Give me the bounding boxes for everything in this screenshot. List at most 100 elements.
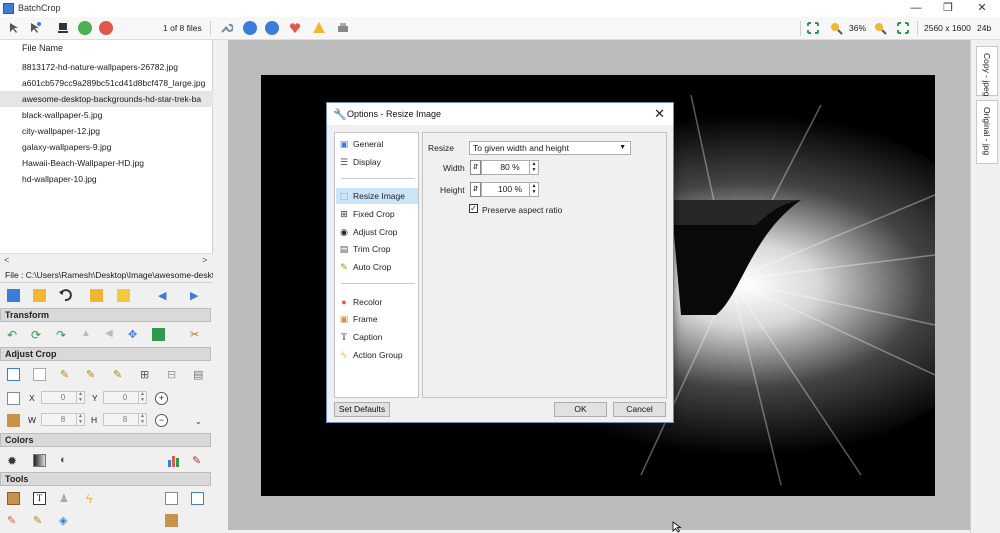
nav-caption[interactable]: T Caption xyxy=(336,329,418,345)
print-icon[interactable] xyxy=(336,21,350,35)
spin-arrows-icon[interactable]: ▲ ▼ xyxy=(76,413,84,425)
resize-mode-select[interactable]: To given width and height ▼ xyxy=(469,141,631,155)
x-spinbox[interactable]: 0 ▲ ▼ xyxy=(41,391,85,404)
previous-file-icon[interactable]: ◀ xyxy=(158,289,171,302)
brightness-icon[interactable]: ✹ xyxy=(7,454,20,468)
chain-link-icon[interactable]: ⇵ xyxy=(470,182,481,197)
lightning-icon[interactable]: ϟ xyxy=(86,492,99,506)
cancel-button[interactable]: Cancel xyxy=(613,402,666,417)
remove-files-icon[interactable] xyxy=(99,21,113,35)
spin-arrows-icon[interactable]: ▲ ▼ xyxy=(138,391,146,403)
warning-icon[interactable] xyxy=(312,21,326,35)
text-icon[interactable]: T xyxy=(33,492,46,505)
expand-chevron-icon[interactable]: ⌄ xyxy=(195,417,208,430)
subtract-circle-icon[interactable]: − xyxy=(155,414,168,427)
eraser-icon[interactable]: ✎ xyxy=(7,514,20,527)
folder-icon[interactable] xyxy=(117,289,130,302)
w-spinbox[interactable]: 8 ▲ ▼ xyxy=(41,413,85,426)
add-circle-icon[interactable]: + xyxy=(155,392,168,405)
rotate-icon[interactable]: ⟳ xyxy=(31,328,44,342)
spin-arrows-icon[interactable]: ▲ ▼ xyxy=(529,161,538,174)
file-list-item[interactable]: galaxy-wallpapers-9.jpg xyxy=(0,139,213,155)
save-icon[interactable] xyxy=(7,289,20,302)
nav-fixed-crop[interactable]: ⊞ Fixed Crop xyxy=(336,206,418,222)
flip-horizontal-icon[interactable]: ◀ xyxy=(105,328,118,341)
paste-icon[interactable] xyxy=(165,514,178,527)
h-spinbox[interactable]: 8 ▲ ▼ xyxy=(103,413,147,426)
restore-button[interactable]: ❐ xyxy=(930,0,966,17)
width-spinbox[interactable]: 80 % ▲ ▼ xyxy=(481,160,539,175)
select-files-icon[interactable] xyxy=(7,21,21,35)
crop-pick-2-icon[interactable]: ✎ xyxy=(86,368,99,381)
wrench-icon[interactable] xyxy=(219,21,234,35)
grid-icon[interactable]: ⊞ xyxy=(140,368,153,381)
window-icon[interactable] xyxy=(191,492,204,505)
crop-select-icon[interactable] xyxy=(7,368,20,381)
document-icon[interactable]: ▤ xyxy=(193,368,206,381)
nav-general[interactable]: ▣ General xyxy=(336,136,418,152)
scroll-right-icon[interactable]: > xyxy=(202,255,207,265)
scissors-icon[interactable]: ✂ xyxy=(190,328,203,341)
spin-arrows-icon[interactable]: ▲ ▼ xyxy=(529,183,538,196)
zoom-in-icon[interactable] xyxy=(829,21,843,35)
info-icon[interactable] xyxy=(243,21,257,35)
set-defaults-button[interactable]: Set Defaults xyxy=(334,402,390,417)
preserve-aspect-checkbox[interactable]: ✓ xyxy=(469,204,478,213)
select-all-icon[interactable] xyxy=(28,21,42,35)
file-list-horizontal-scrollbar[interactable]: < > xyxy=(0,253,213,267)
flip-vertical-icon[interactable]: ▲ xyxy=(81,328,94,341)
copy-icon[interactable] xyxy=(165,492,178,505)
save-as-icon[interactable] xyxy=(33,289,46,302)
crop-pick-3-icon[interactable]: ✎ xyxy=(113,368,126,381)
file-list-item[interactable]: Hawaii-Beach-Wallpaper-HD.jpg xyxy=(0,155,213,171)
spin-arrows-icon[interactable]: ▲ ▼ xyxy=(138,413,146,425)
contrast-icon[interactable] xyxy=(33,454,46,467)
y-spinbox[interactable]: 0 ▲ ▼ xyxy=(103,391,147,404)
frame-icon[interactable] xyxy=(7,492,20,505)
nav-recolor[interactable]: ● Recolor xyxy=(336,294,418,310)
histogram-icon[interactable] xyxy=(167,454,180,467)
file-list-item[interactable]: 8813172-hd-nature-wallpapers-26782.jpg xyxy=(0,59,213,75)
undo-icon[interactable] xyxy=(59,289,72,302)
fit-icon[interactable] xyxy=(806,21,820,35)
pencil-icon[interactable]: ✎ xyxy=(33,514,46,527)
add-files-icon[interactable] xyxy=(78,21,92,35)
nav-resize-image[interactable]: ⬚ Resize Image xyxy=(336,188,418,204)
spin-arrows-icon[interactable]: ▲ ▼ xyxy=(76,391,84,403)
dialog-close-icon[interactable]: ✕ xyxy=(654,106,665,122)
file-list-item[interactable]: hd-wallpaper-10.jpg xyxy=(0,171,213,187)
file-name-column-header[interactable]: File Name xyxy=(22,43,63,53)
nav-adjust-crop[interactable]: ◉ Adjust Crop xyxy=(336,224,418,240)
nav-trim-crop[interactable]: ▤ Trim Crop xyxy=(336,241,418,257)
zoom-out-icon[interactable] xyxy=(873,21,887,35)
heart-icon[interactable] xyxy=(288,21,302,35)
file-list-item[interactable]: a601cb579cc9a289bc51cd41d8bcf478_large.j… xyxy=(0,75,213,91)
file-list-item-selected[interactable]: awesome-desktop-backgrounds-hd-star-trek… xyxy=(0,91,213,107)
help-icon[interactable] xyxy=(265,21,279,35)
paint-icon[interactable]: ♟ xyxy=(59,492,72,505)
crop-minus-icon[interactable]: ⊟ xyxy=(167,368,180,381)
tab-copy-jpeg[interactable]: Copy - jpeg xyxy=(976,46,998,96)
resize-icon[interactable] xyxy=(152,328,165,341)
move-icon[interactable]: ✥ xyxy=(128,328,141,341)
chain-link-icon[interactable]: ⇵ xyxy=(470,160,481,175)
ok-button[interactable]: OK xyxy=(554,402,607,417)
tab-original-jpg[interactable]: Original - jpg xyxy=(976,100,998,164)
crop-pick-icon[interactable]: ✎ xyxy=(60,368,73,381)
actual-size-icon[interactable] xyxy=(896,21,910,35)
file-list-item[interactable]: black-wallpaper-5.jpg xyxy=(0,107,213,123)
nav-frame[interactable]: ▣ Frame xyxy=(336,311,418,327)
rotate-left-icon[interactable]: ↶ xyxy=(7,328,20,342)
target-icon[interactable]: ◈ xyxy=(59,514,72,527)
save-all-icon[interactable] xyxy=(56,21,70,35)
minimize-button[interactable]: — xyxy=(898,0,934,17)
saturation-icon[interactable]: ◐ xyxy=(60,454,73,467)
rotate-right-icon[interactable]: ↷ xyxy=(56,328,69,342)
height-spinbox[interactable]: 100 % ▲ ▼ xyxy=(481,182,539,197)
nav-action-group[interactable]: ϟ Action Group xyxy=(336,347,418,363)
close-button[interactable]: ✕ xyxy=(964,0,1000,17)
next-file-icon[interactable]: ▶ xyxy=(190,289,203,302)
scroll-left-icon[interactable]: < xyxy=(4,255,9,265)
crop-frame-icon[interactable] xyxy=(33,368,46,381)
eyedropper-icon[interactable]: ✎ xyxy=(192,454,205,467)
